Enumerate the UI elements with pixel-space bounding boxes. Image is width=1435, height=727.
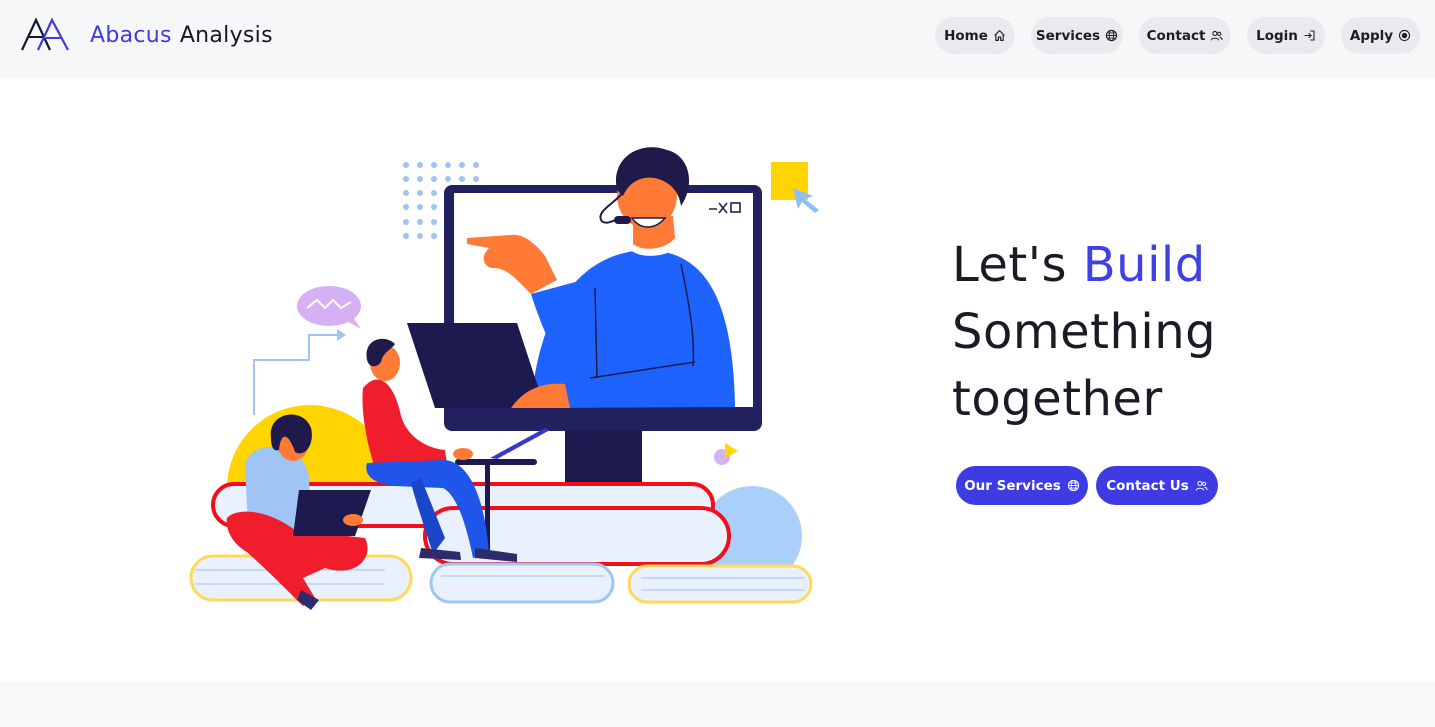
nav-services-button[interactable]: Services <box>1031 17 1123 54</box>
sign-in-icon <box>1304 30 1315 41</box>
target-icon <box>1399 29 1411 42</box>
nav-home-button[interactable]: Home <box>935 17 1015 54</box>
nav-apply-button[interactable]: Apply <box>1341 17 1420 54</box>
brand[interactable]: Abacus Analysis <box>20 17 273 53</box>
headline-word-1: Let's <box>952 237 1067 293</box>
top-navbar: Abacus Analysis Home Services Contact Log… <box>0 0 1435 78</box>
our-services-button[interactable]: Our Services <box>956 466 1088 505</box>
house-icon <box>994 30 1005 41</box>
nav-contact-label: Contact <box>1146 27 1206 44</box>
globe-icon <box>1105 29 1118 42</box>
users-icon <box>1211 30 1223 41</box>
nav-contact-button[interactable]: Contact <box>1139 17 1231 54</box>
contact-us-button[interactable]: Contact Us <box>1096 466 1218 505</box>
aa-monogram-logo-icon <box>21 17 69 51</box>
headline-line-2: Something <box>952 304 1217 360</box>
globe-icon <box>1067 479 1079 492</box>
online-learning-illustration <box>189 147 819 610</box>
next-section-strip <box>0 681 1435 727</box>
our-services-label: Our Services <box>964 477 1061 494</box>
headline-accent-word: Build <box>1082 237 1206 293</box>
nav-apply-label: Apply <box>1349 27 1394 44</box>
chat-bubble-icon <box>297 286 361 329</box>
brand-name-accent: Abacus <box>90 22 172 48</box>
nav-services-label: Services <box>1035 27 1101 44</box>
contact-us-label: Contact Us <box>1106 477 1189 494</box>
headline-line-3: together <box>952 371 1163 427</box>
nav-home-label: Home <box>944 27 988 44</box>
growth-arrow-icon <box>253 334 340 415</box>
hero-headline: Let's Build Something together <box>952 232 1216 433</box>
nav-login-button[interactable]: Login <box>1247 17 1325 54</box>
brand-name-rest: Analysis <box>179 22 273 48</box>
users-icon <box>1195 480 1208 491</box>
headline-line-1: Let's Build <box>952 232 1216 299</box>
nav-login-label: Login <box>1256 27 1298 44</box>
brand-name: Abacus Analysis <box>90 23 273 48</box>
